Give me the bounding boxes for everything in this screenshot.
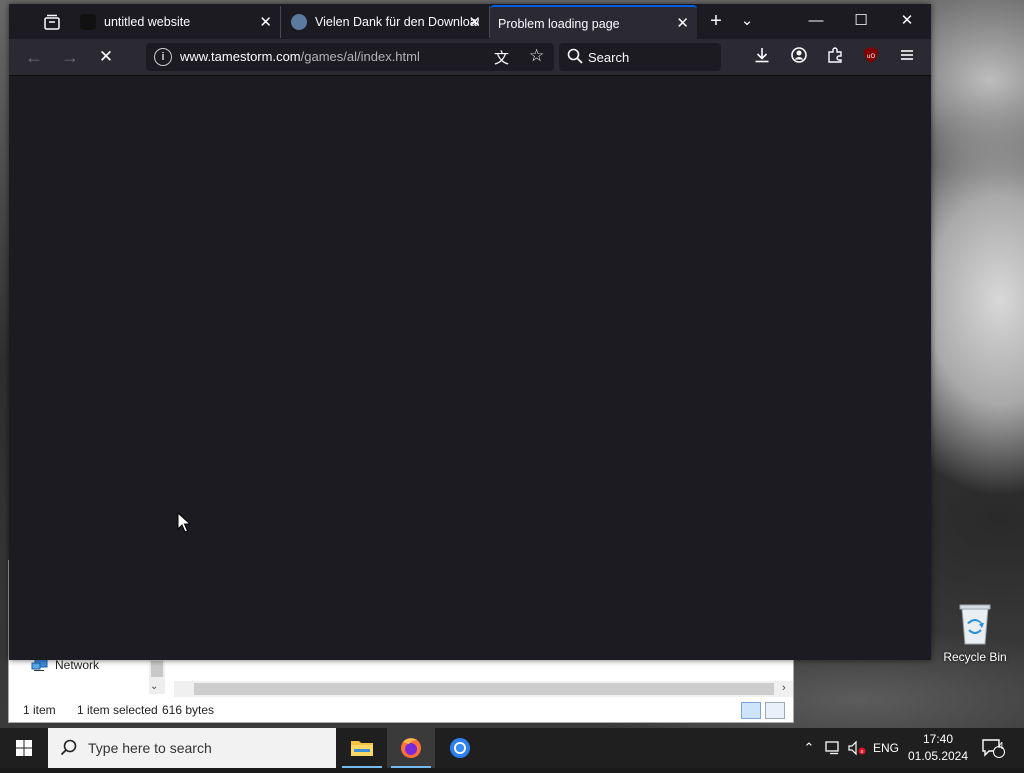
scroll-right-icon[interactable]: ›	[782, 682, 786, 694]
ublock-origin-icon[interactable]: uO	[859, 46, 883, 68]
taskbar-file-explorer[interactable]	[338, 728, 386, 768]
input-language[interactable]: ENG	[870, 728, 902, 768]
close-window-icon[interactable]: ✕	[889, 9, 925, 33]
file-explorer-icon	[351, 741, 373, 756]
status-selected: 1 item selected	[77, 703, 158, 717]
tab-untitled-website[interactable]: untitled website ✕	[70, 6, 281, 38]
search-icon	[567, 48, 583, 64]
scroll-down-icon[interactable]: ⌄	[150, 681, 158, 692]
show-hidden-icons-icon[interactable]: ⌃	[800, 728, 818, 768]
tab-problem-loading[interactable]: Problem loading page ✕	[490, 5, 697, 40]
tab-title: Problem loading page	[498, 16, 620, 31]
site-info-icon[interactable]: i	[154, 48, 172, 66]
stop-loading-icon[interactable]: ✕	[94, 46, 118, 68]
notification-count: 4	[998, 741, 1004, 752]
taskbar-firefox[interactable]	[387, 728, 435, 768]
network-status-icon[interactable]	[822, 728, 844, 768]
svg-text:x: x	[861, 749, 864, 755]
close-tab-icon[interactable]: ✕	[259, 13, 272, 31]
windows-logo-icon	[16, 740, 32, 756]
mouse-cursor-icon	[177, 512, 191, 533]
network-icon	[31, 658, 48, 671]
volume-muted-icon[interactable]: x	[846, 728, 868, 768]
bookmark-star-icon[interactable]: ☆	[529, 46, 544, 66]
large-icons-view-button[interactable]	[765, 702, 785, 719]
taskbar-search-box[interactable]: Type here to search	[48, 728, 336, 768]
recycle-bin-label: Recycle Bin	[943, 650, 1007, 664]
browser-window: untitled website ✕ Vielen Dank für den D…	[9, 4, 931, 660]
status-item-count: 1 item	[23, 703, 56, 717]
tab-title: Vielen Dank für den Download	[315, 15, 479, 29]
taskbar-search-placeholder: Type here to search	[88, 740, 212, 756]
tab-vielen-dank[interactable]: Vielen Dank für den Download ✕	[281, 6, 490, 38]
tab-bar: untitled website ✕ Vielen Dank für den D…	[9, 4, 931, 40]
horizontal-scrollbar[interactable]	[174, 681, 793, 697]
downloads-icon[interactable]	[750, 46, 774, 68]
recycle-bin-icon	[957, 602, 993, 646]
status-size: 616 bytes	[162, 703, 215, 717]
clock-date: 01.05.2024	[907, 749, 969, 763]
url-text[interactable]: www.tamestorm.com/games/al/index.html	[180, 49, 420, 64]
site-favicon-icon	[80, 14, 96, 30]
forward-icon[interactable]: →	[58, 46, 82, 68]
close-tab-icon[interactable]: ✕	[676, 14, 689, 32]
close-tab-icon[interactable]: ✕	[468, 13, 481, 31]
firefox-view-icon[interactable]	[43, 13, 61, 31]
site-favicon-icon	[291, 14, 307, 30]
svg-text:uO: uO	[867, 53, 876, 60]
start-button[interactable]	[0, 728, 48, 768]
recycle-bin[interactable]: Recycle Bin	[940, 602, 1010, 664]
chrome-icon	[450, 738, 470, 758]
status-bar: 1 item 1 item selected 616 bytes	[9, 699, 793, 721]
nav-item-network[interactable]: Network	[31, 658, 99, 672]
navigation-toolbar: ← → ✕ i www.tamestorm.com/games/al/index…	[9, 39, 931, 76]
account-icon[interactable]	[787, 46, 811, 68]
details-view-button[interactable]	[741, 702, 761, 719]
taskbar: Type here to search ⌃ x ENG 17:40 01.05.…	[0, 728, 1024, 768]
clock-time: 17:40	[922, 732, 954, 746]
minimize-icon[interactable]: —	[798, 9, 834, 33]
translate-icon[interactable]: 文	[494, 47, 509, 68]
menu-hamburger-icon[interactable]	[895, 46, 919, 68]
extensions-icon[interactable]	[823, 46, 847, 68]
list-all-tabs-icon[interactable]: ⌄	[729, 9, 765, 33]
taskbar-clock[interactable]: 17:40 01.05.2024	[900, 731, 976, 765]
tab-title: untitled website	[104, 15, 191, 29]
back-icon[interactable]: ←	[22, 46, 46, 68]
url-domain: www.tamestorm.com	[180, 49, 301, 64]
search-icon	[60, 739, 77, 756]
taskbar-chrome[interactable]	[436, 728, 484, 768]
page-content[interactable]	[9, 76, 931, 660]
maximize-icon[interactable]: ☐	[843, 9, 879, 33]
url-bar[interactable]: i www.tamestorm.com/games/al/index.html …	[146, 43, 554, 71]
action-center-button[interactable]: 4	[978, 728, 1008, 768]
url-path: /games/al/index.html	[300, 49, 420, 64]
search-placeholder: Search	[588, 50, 630, 65]
search-box[interactable]: Search	[559, 43, 721, 71]
firefox-icon	[401, 738, 421, 758]
nav-item-label: Network	[55, 658, 100, 672]
